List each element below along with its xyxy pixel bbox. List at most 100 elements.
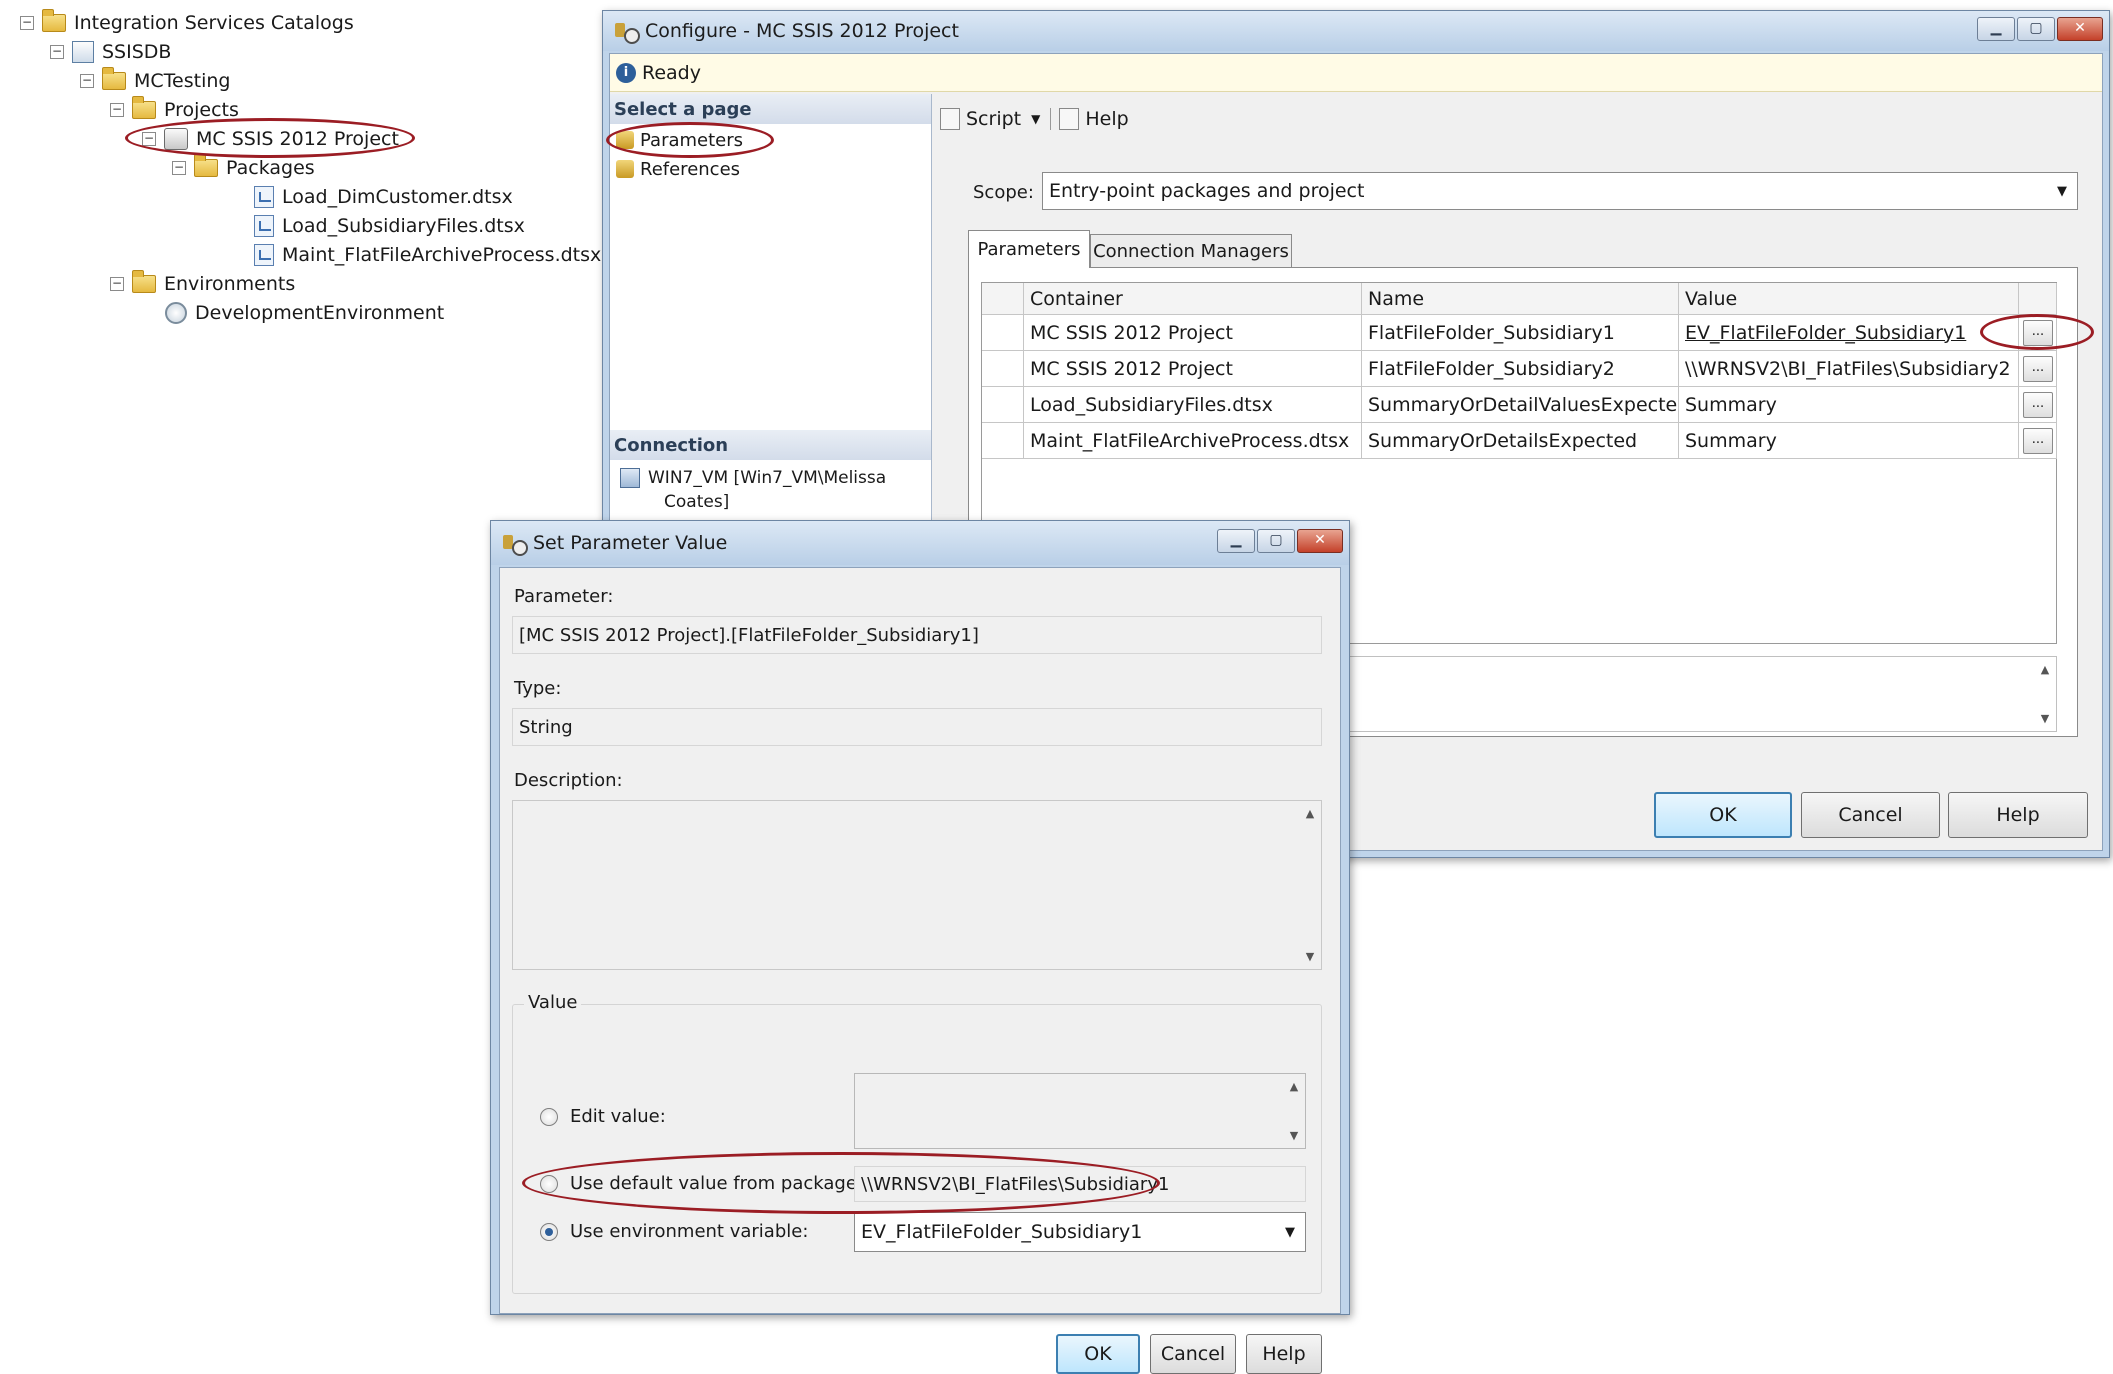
tree-node-mctesting[interactable]: − MCTesting bbox=[80, 67, 230, 95]
column-header-name[interactable]: Name bbox=[1362, 283, 1679, 315]
collapse-icon[interactable]: − bbox=[110, 277, 124, 291]
server-icon bbox=[620, 468, 640, 488]
ok-button[interactable]: OK bbox=[1056, 1334, 1140, 1374]
page-references[interactable]: References bbox=[616, 155, 740, 183]
tree-node-package[interactable]: Load_SubsidiaryFiles.dtsx bbox=[232, 212, 525, 240]
collapse-icon[interactable]: − bbox=[110, 103, 124, 117]
cell-value[interactable]: EV_FlatFileFolder_Subsidiary1 bbox=[1679, 315, 2019, 351]
folder-icon bbox=[132, 96, 156, 119]
parameter-field: [MC SSIS 2012 Project].[FlatFileFolder_S… bbox=[512, 616, 1322, 654]
tree-node-label: Packages bbox=[226, 157, 315, 179]
tree-node-project[interactable]: − MC SSIS 2012 Project bbox=[142, 125, 399, 153]
key-icon bbox=[616, 131, 634, 149]
tab-parameters[interactable]: Parameters bbox=[968, 230, 1090, 268]
tree-node-package[interactable]: Load_DimCustomer.dtsx bbox=[232, 183, 513, 211]
edit-value-field: ▲ ▼ bbox=[854, 1073, 1306, 1149]
tree-node-label: Maint_FlatFileArchiveProcess.dtsx bbox=[282, 244, 602, 266]
column-header-button bbox=[2019, 283, 2057, 315]
maximize-button[interactable]: ▢ bbox=[1257, 529, 1295, 553]
package-icon bbox=[254, 215, 274, 237]
tab-connection-managers[interactable]: Connection Managers bbox=[1090, 234, 1292, 268]
ellipsis-button[interactable]: ... bbox=[2023, 392, 2053, 418]
folder-icon bbox=[42, 9, 66, 32]
toolbar-separator bbox=[1050, 108, 1052, 130]
ok-button[interactable]: OK bbox=[1654, 792, 1792, 838]
column-header-container[interactable]: Container bbox=[1024, 283, 1362, 315]
type-label: Type: bbox=[514, 678, 562, 699]
key-icon bbox=[616, 160, 634, 178]
tree-node-environment[interactable]: DevelopmentEnvironment bbox=[165, 299, 444, 327]
scope-dropdown[interactable]: Entry-point packages and project ▼ bbox=[1042, 172, 2078, 210]
cell-container: Maint_FlatFileArchiveProcess.dtsx bbox=[1024, 423, 1362, 459]
minimize-button[interactable]: ▁ bbox=[1217, 529, 1255, 553]
ellipsis-button[interactable]: ... bbox=[2023, 356, 2053, 382]
environment-variable-value: EV_FlatFileFolder_Subsidiary1 bbox=[861, 1221, 1143, 1243]
row-header-corner bbox=[982, 283, 1024, 315]
tree-node-label: Load_SubsidiaryFiles.dtsx bbox=[282, 215, 525, 237]
window-title: Configure - MC SSIS 2012 Project bbox=[645, 20, 959, 42]
minimize-button[interactable]: ▁ bbox=[1977, 17, 2015, 41]
cell-value[interactable]: Summary bbox=[1679, 387, 2019, 423]
cell-value[interactable]: Summary bbox=[1679, 423, 2019, 459]
environment-icon bbox=[165, 302, 187, 324]
chevron-down-icon: ▼ bbox=[2057, 183, 2067, 199]
ellipsis-button[interactable]: ... bbox=[2023, 320, 2053, 346]
script-button[interactable]: Script bbox=[966, 108, 1021, 130]
collapse-icon[interactable]: − bbox=[80, 74, 94, 88]
default-value-radio[interactable] bbox=[540, 1175, 558, 1193]
tree-node-packages[interactable]: − Packages bbox=[172, 154, 315, 182]
collapse-icon[interactable]: − bbox=[20, 16, 34, 30]
collapse-icon[interactable]: − bbox=[142, 132, 156, 146]
cell-container: MC SSIS 2012 Project bbox=[1024, 351, 1362, 387]
ssis-icon bbox=[613, 20, 640, 44]
collapse-icon[interactable]: − bbox=[172, 161, 186, 175]
collapse-icon[interactable]: − bbox=[50, 45, 64, 59]
edit-value-scrollbar: ▲ ▼ bbox=[1289, 1080, 1299, 1142]
dropdown-arrow-icon[interactable]: ▼ bbox=[1031, 112, 1040, 126]
description-field[interactable]: ▲ ▼ bbox=[512, 800, 1322, 970]
environment-variable-radio[interactable] bbox=[540, 1223, 558, 1241]
tree-node-label: SSISDB bbox=[102, 41, 172, 63]
environment-variable-dropdown[interactable]: EV_FlatFileFolder_Subsidiary1 ▼ bbox=[854, 1212, 1306, 1252]
cell-name: SummaryOrDetailsExpected bbox=[1362, 423, 1679, 459]
tree-node-label: DevelopmentEnvironment bbox=[195, 302, 445, 324]
tree-node-projects[interactable]: − Projects bbox=[110, 96, 239, 124]
close-button[interactable]: ✕ bbox=[2057, 17, 2103, 41]
maximize-button[interactable]: ▢ bbox=[2017, 17, 2055, 41]
package-icon bbox=[254, 244, 274, 266]
row-header[interactable] bbox=[982, 351, 1024, 387]
select-page-header: Select a page bbox=[610, 94, 931, 124]
value-group-label: Value bbox=[524, 992, 582, 1013]
description-scrollbar[interactable]: ▲ ▼ bbox=[2034, 657, 2056, 731]
tree-node-package[interactable]: Maint_FlatFileArchiveProcess.dtsx bbox=[232, 241, 601, 269]
scope-label: Scope: bbox=[973, 182, 1034, 203]
database-icon bbox=[72, 41, 94, 63]
row-header[interactable] bbox=[982, 423, 1024, 459]
cancel-button[interactable]: Cancel bbox=[1150, 1334, 1236, 1374]
dialog-titlebar: Set Parameter Value ▁ ▢ ✕ bbox=[491, 521, 1349, 565]
tree-node-label: Integration Services Catalogs bbox=[74, 12, 354, 34]
description-scrollbar[interactable]: ▲ ▼ bbox=[1299, 801, 1321, 969]
tree-node-ssisdb[interactable]: − SSISDB bbox=[50, 38, 171, 66]
edit-value-radio[interactable] bbox=[540, 1108, 558, 1126]
row-header[interactable] bbox=[982, 387, 1024, 423]
scope-value: Entry-point packages and project bbox=[1049, 180, 1365, 202]
dialog-title: Set Parameter Value bbox=[533, 532, 728, 554]
help-link[interactable]: Help bbox=[1085, 108, 1128, 130]
cell-value[interactable]: \\WRNSV2\BI_FlatFiles\Subsidiary2 bbox=[1679, 351, 2019, 387]
help-button[interactable]: Help bbox=[1246, 1334, 1322, 1374]
page-parameters[interactable]: Parameters bbox=[616, 126, 743, 154]
close-button[interactable]: ✕ bbox=[1297, 529, 1343, 553]
connection-line: WIN7_VM [Win7_VM\Melissa bbox=[648, 468, 887, 488]
tree-node-environments[interactable]: − Environments bbox=[110, 270, 295, 298]
configure-titlebar: Configure - MC SSIS 2012 Project ▁ ▢ ✕ bbox=[603, 11, 2109, 51]
help-button[interactable]: Help bbox=[1948, 792, 2088, 838]
environment-variable-label: Use environment variable: bbox=[570, 1221, 809, 1242]
cancel-button[interactable]: Cancel bbox=[1801, 792, 1940, 838]
column-header-value[interactable]: Value bbox=[1679, 283, 2019, 315]
page-label: References bbox=[640, 158, 741, 180]
row-header[interactable] bbox=[982, 315, 1024, 351]
set-parameter-dialog: Set Parameter Value ▁ ▢ ✕ Parameter: [MC… bbox=[490, 520, 1350, 1374]
tree-node-catalogs[interactable]: − Integration Services Catalogs bbox=[20, 9, 354, 37]
ellipsis-button[interactable]: ... bbox=[2023, 428, 2053, 454]
